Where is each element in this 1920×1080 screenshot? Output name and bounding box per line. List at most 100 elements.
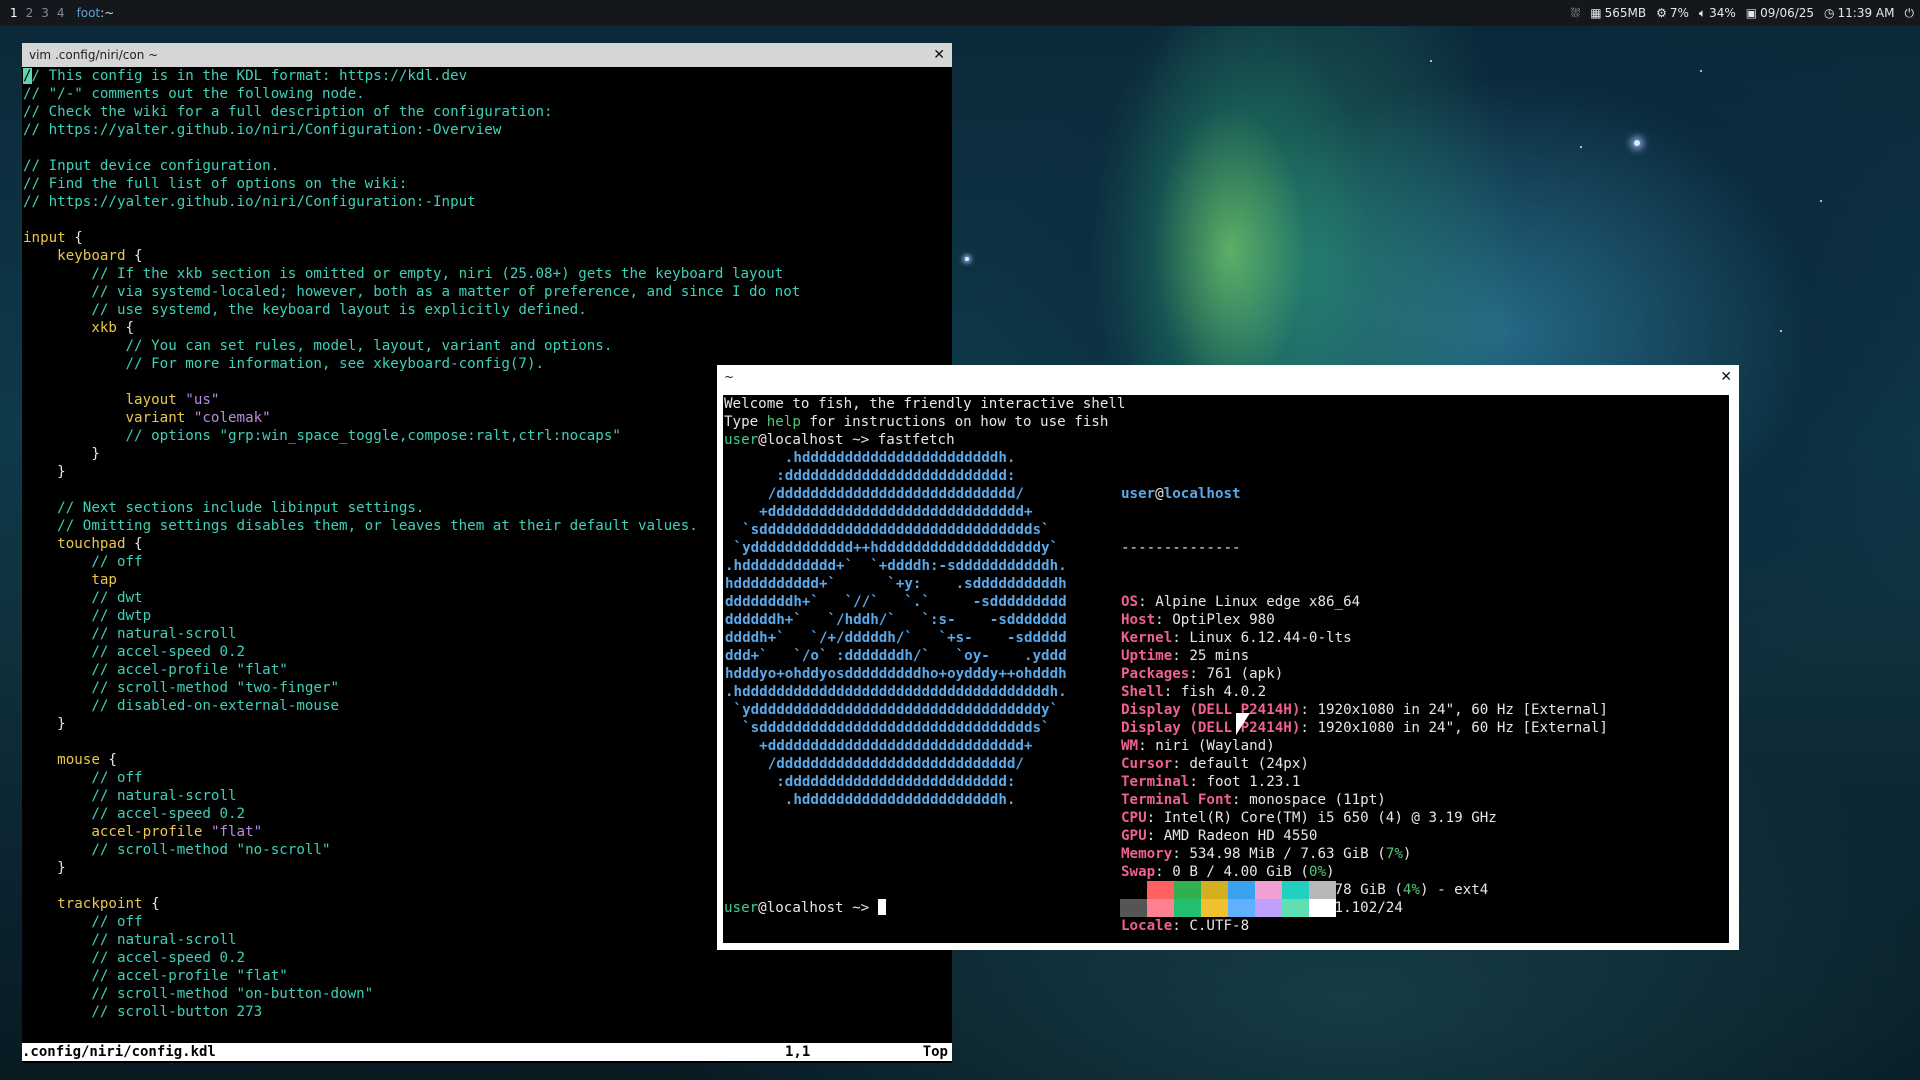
memory-status[interactable]: ▦ 565MB	[1590, 6, 1646, 20]
vim-token: "us"	[185, 392, 220, 408]
vim-line: // You can set rules, model, layout, var…	[23, 337, 952, 355]
vim-token	[23, 896, 57, 912]
network-icon: ⛆	[1570, 5, 1581, 20]
vim-titlebar[interactable]: vim .config/niri/con ~ ✕	[22, 43, 952, 67]
info-row: Memory: 534.98 MiB / 7.63 GiB (7%)	[1121, 846, 1412, 862]
logo-line: ddd+` `/o` :dddddddh/` `oy- .yddd	[725, 648, 1067, 664]
vim-token	[23, 248, 57, 264]
star	[1430, 60, 1432, 62]
focused-window-path: :~	[100, 6, 115, 20]
vim-line: // https://yalter.github.io/niri/Configu…	[23, 121, 952, 139]
speaker-icon: 🔈︎	[1698, 5, 1707, 20]
info-value: monospace (11pt)	[1249, 792, 1386, 808]
vim-token: }	[23, 860, 66, 876]
cpu-status[interactable]: ⚙ 7%	[1656, 6, 1689, 20]
vim-token: // dwtp	[23, 608, 152, 624]
cpu-value: 7%	[1669, 6, 1689, 20]
logo-line: .hdddddddddddddddddddddddh.	[725, 450, 1016, 466]
color-swatch	[1255, 881, 1282, 899]
foot-terminal-window[interactable]: ~ ✕ Welcome to fish, the friendly intera…	[717, 365, 1739, 950]
vim-token: // natural-scroll	[23, 626, 237, 642]
prompt-user: user	[724, 432, 759, 448]
vim-token: variant	[125, 410, 186, 426]
color-swatch	[1120, 881, 1147, 899]
workspace-1[interactable]: 1	[6, 6, 22, 20]
volume-status[interactable]: 🔈︎ 34%	[1699, 6, 1736, 21]
vim-token: {	[125, 536, 143, 552]
power-button[interactable]: ⏻	[1905, 6, 1915, 21]
star	[1820, 200, 1822, 202]
vim-line: // This config is in the KDL format: htt…	[23, 67, 952, 85]
close-icon[interactable]: ✕	[1720, 369, 1732, 385]
vim-line: // scroll-method "on-button-down"	[23, 985, 952, 1003]
info-value: 761 (apk)	[1206, 666, 1284, 682]
logo-line: hdddddddddd+` `+y: .sddddddddddh	[725, 576, 1067, 592]
vim-cursor-position: 1,1	[785, 1044, 811, 1060]
vim-line: xkb {	[23, 319, 952, 337]
logo-line: :dddddddddddddddddddddddddd:	[725, 774, 1016, 790]
vim-token: // Find the full list of options on the …	[23, 176, 408, 192]
info-value: foot 1.23.1	[1206, 774, 1301, 790]
star	[965, 257, 969, 261]
info-user: user	[1121, 486, 1156, 502]
vim-token: // For more information, see xkeyboard-c…	[23, 356, 545, 372]
clock-status[interactable]: ◷ 11:39 AM	[1824, 6, 1894, 20]
vim-token: // disabled-on-external-mouse	[23, 698, 340, 714]
vim-token: // https://yalter.github.io/niri/Configu…	[23, 194, 476, 210]
vim-line: // Find the full list of options on the …	[23, 175, 952, 193]
vim-token: tap	[91, 572, 117, 588]
logo-line: /dddddddddddddddddddddddddddd/	[725, 486, 1024, 502]
foot-terminal-body[interactable]: Welcome to fish, the friendly interactiv…	[723, 395, 1729, 943]
vim-token: trackpoint	[57, 896, 143, 912]
info-row: Uptime: 25 mins	[1121, 648, 1250, 664]
vim-token: keyboard	[57, 248, 126, 264]
info-row: OS: Alpine Linux edge x86_64	[1121, 594, 1361, 610]
prompt-line[interactable]: user@localhost ~>	[723, 899, 886, 917]
vim-token	[185, 410, 194, 426]
info-row: Display (DELL P2414H): 1920x1080 in 24",…	[1121, 720, 1608, 736]
info-value: Linux 6.12.44-0-lts	[1189, 630, 1352, 646]
vim-token: {	[125, 248, 143, 264]
vim-token: // off	[23, 554, 143, 570]
top-bar: 1 2 3 4 foot:~ ⛆ ▦ 565MB ⚙ 7% 🔈︎ 34% ▣ 09/06…	[0, 0, 1920, 26]
foot-titlebar[interactable]: ~ ✕	[717, 365, 1739, 389]
vim-token: // Input device configuration.	[23, 158, 280, 174]
info-value: 1920x1080 in 24", 60 Hz [External]	[1317, 720, 1608, 736]
prompt-host: @localhost ~>	[758, 432, 870, 448]
info-row: Kernel: Linux 6.12.44-0-lts	[1121, 630, 1352, 646]
info-percent: 0%	[1308, 864, 1327, 880]
workspace-4[interactable]: 4	[53, 6, 69, 20]
info-key: WM	[1121, 738, 1139, 754]
vim-token	[23, 410, 126, 426]
logo-line: +dddddddddddddddddddddddddddddd+	[725, 738, 1033, 754]
vim-filename: .config/niri/config.kdl	[22, 1044, 216, 1060]
vim-line: // scroll-button 273	[23, 1003, 952, 1021]
workspace-2[interactable]: 2	[22, 6, 38, 20]
focused-app-name: foot	[76, 6, 101, 20]
vim-token: // You can set rules, model, layout, var…	[23, 338, 613, 354]
date-status[interactable]: ▣ 09/06/25	[1746, 6, 1814, 20]
vim-scroll-position: Top	[922, 1044, 948, 1060]
info-key: Uptime	[1121, 648, 1173, 664]
color-swatch	[1147, 881, 1174, 899]
info-title: user@localhost	[1121, 485, 1608, 503]
vim-token: // Check the wiki for a full description…	[23, 104, 553, 120]
info-row: Cursor: default (24px)	[1121, 756, 1309, 772]
vim-token	[23, 824, 91, 840]
workspace-3[interactable]: 3	[37, 6, 53, 20]
vim-token: // scroll-method "on-button-down"	[23, 986, 374, 1002]
vim-token: accel-profile	[91, 824, 203, 840]
info-row: Locale: C.UTF-8	[1121, 918, 1250, 934]
info-separator: --------------	[1121, 540, 1241, 556]
logo-line: `sdddddddddddddddddddddddddddddddds`	[725, 522, 1050, 538]
network-status[interactable]: ⛆	[1571, 6, 1581, 21]
workspace-switcher: 1 2 3 4 foot:~	[0, 6, 114, 20]
close-icon[interactable]: ✕	[933, 47, 945, 63]
vim-token: "flat"	[210, 824, 263, 840]
info-value: default (24px)	[1189, 756, 1309, 772]
info-value: Alpine Linux edge x86_64	[1155, 594, 1361, 610]
vim-line: // "/-" comments out the following node.	[23, 85, 952, 103]
fastfetch-info: user@localhost -------------- OS: Alpine…	[1120, 449, 1608, 943]
command-text: fastfetch	[869, 432, 955, 448]
vim-token: // options "grp:win_space_toggle,compose…	[23, 428, 621, 444]
